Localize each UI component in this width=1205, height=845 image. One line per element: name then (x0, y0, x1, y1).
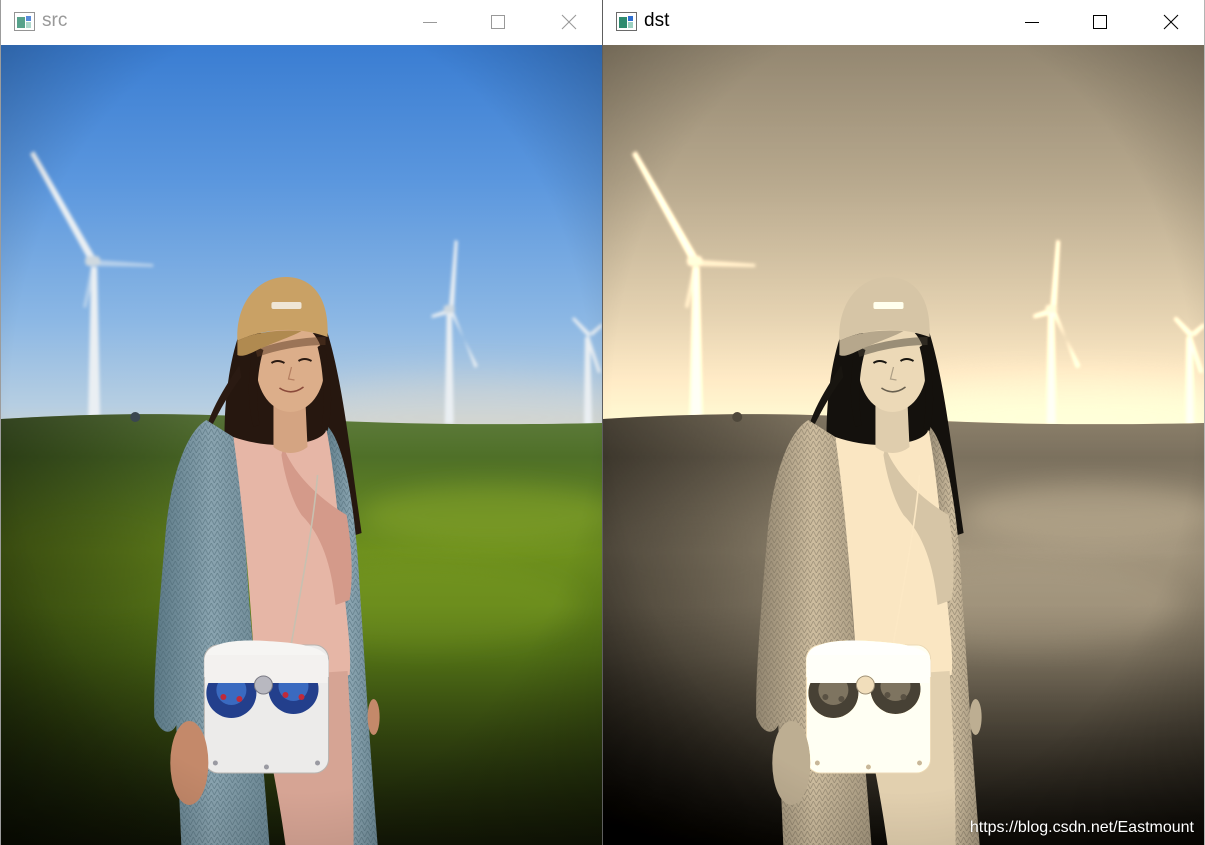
dst-title-bar[interactable]: dst (603, 0, 1204, 45)
image-window-icon[interactable] (14, 12, 35, 31)
dst-image: https://blog.csdn.net/Eastmount (603, 45, 1204, 845)
src-title-bar[interactable]: src (1, 0, 602, 45)
watermark: https://blog.csdn.net/Eastmount (969, 819, 1194, 836)
dst-window: dst https://blog.csdn.net/Eastmount (603, 0, 1205, 845)
src-image (1, 45, 602, 845)
image-window-icon-graphic (14, 12, 35, 31)
src-window: src (0, 0, 603, 845)
close-icon (1163, 14, 1179, 30)
minimize-icon (1025, 22, 1039, 23)
close-icon (561, 14, 577, 30)
minimize-button[interactable] (405, 0, 455, 44)
close-button[interactable] (1146, 0, 1196, 44)
maximize-button[interactable] (1075, 0, 1125, 44)
maximize-icon (1093, 15, 1107, 29)
src-photo (1, 45, 602, 845)
image-window-icon-graphic (616, 12, 637, 31)
minimize-icon (423, 22, 437, 23)
window-title: src (42, 10, 68, 31)
window-title: dst (644, 10, 670, 31)
maximize-button[interactable] (473, 0, 523, 44)
maximize-icon (491, 15, 505, 29)
image-window-icon[interactable] (616, 12, 637, 31)
minimize-button[interactable] (1007, 0, 1057, 44)
close-button[interactable] (544, 0, 594, 44)
dst-photo (603, 45, 1204, 845)
